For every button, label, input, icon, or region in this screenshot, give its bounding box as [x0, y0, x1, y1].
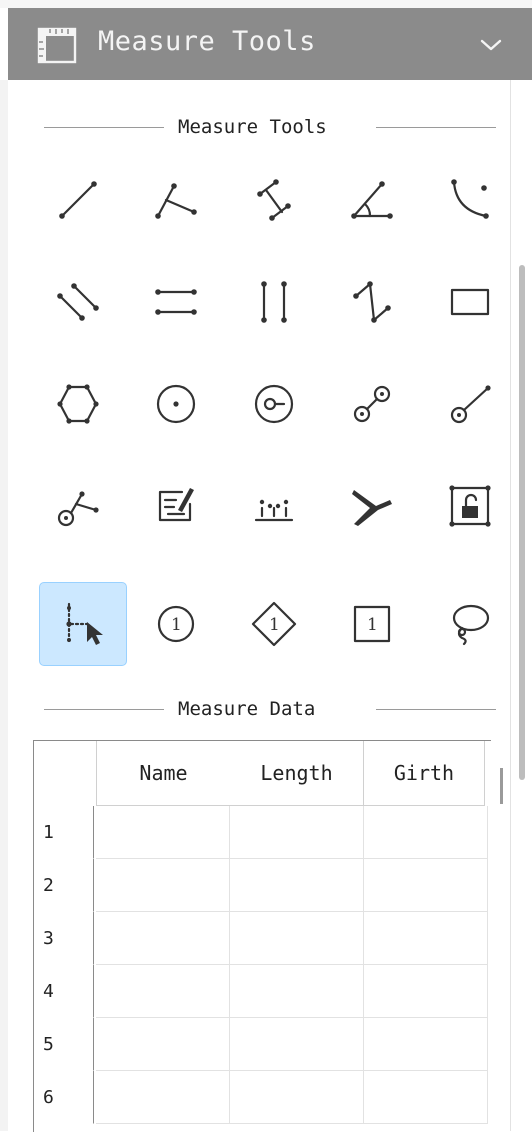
lasso-icon	[452, 604, 490, 646]
circle-line-icon	[450, 385, 491, 424]
divider-line	[44, 709, 164, 710]
left-edge	[0, 80, 8, 1131]
table-cell[interactable]	[96, 965, 230, 1018]
measure-data-heading: Measure Data	[178, 698, 316, 720]
circle-perpendicular-icon	[57, 491, 99, 527]
table-cell[interactable]	[364, 859, 488, 912]
row-header[interactable]: 4	[34, 965, 94, 1018]
tool-line-button[interactable]	[34, 158, 122, 242]
tool-circle-radius-button[interactable]	[230, 362, 318, 446]
table-cell[interactable]	[96, 806, 230, 859]
parallel-lines-icon	[57, 283, 99, 321]
tool-horizontal-lines-button[interactable]	[132, 260, 220, 344]
tool-perpendicular-button[interactable]	[132, 158, 220, 242]
row-header[interactable]: 6	[34, 1071, 94, 1124]
vertical-lines-icon	[261, 281, 287, 323]
square-number-icon: 1	[353, 605, 391, 643]
row-header[interactable]: 5	[34, 1018, 94, 1071]
tool-vertical-lines-button[interactable]	[230, 260, 318, 344]
table-cell[interactable]	[96, 859, 230, 912]
table-cell[interactable]	[364, 806, 488, 859]
angle-icon	[351, 181, 393, 219]
top-strip	[0, 0, 532, 8]
tool-diamond-number-button[interactable]: 1	[230, 582, 318, 666]
svg-text:1: 1	[269, 615, 280, 635]
tool-parallel-lines-button[interactable]	[34, 260, 122, 344]
table-cell[interactable]	[230, 1071, 364, 1124]
horizontal-lines-icon	[155, 289, 197, 315]
tool-parallel-distance-button[interactable]	[230, 158, 318, 242]
table-cell[interactable]	[364, 1018, 488, 1071]
table-cell[interactable]	[364, 1071, 488, 1124]
curve-icon	[451, 179, 489, 219]
circle-number-icon: 1	[157, 605, 195, 643]
point-select-icon	[66, 602, 103, 646]
tool-polygon-button[interactable]	[34, 362, 122, 446]
polygon-icon	[57, 384, 99, 424]
column-header-girth[interactable]: Girth	[364, 741, 485, 806]
panel-header[interactable]: Measure Tools	[8, 8, 532, 80]
table-cell[interactable]	[230, 965, 364, 1018]
panel-title: Measure Tools	[98, 26, 316, 57]
parallel-distance-icon	[257, 179, 291, 221]
table-cell[interactable]	[96, 1018, 230, 1071]
row-header[interactable]: 2	[34, 859, 94, 912]
tool-zigzag-button[interactable]	[328, 260, 416, 344]
tool-lasso-button[interactable]	[426, 582, 514, 666]
table-cell[interactable]	[364, 912, 488, 965]
divider-line	[376, 127, 496, 128]
annotation-icon	[158, 488, 194, 522]
measure-data-section-header: Measure Data	[44, 694, 496, 724]
table-cell[interactable]	[96, 912, 230, 965]
tool-scissors-button[interactable]	[328, 464, 416, 548]
svg-text:1: 1	[367, 615, 378, 635]
tool-lock-button[interactable]	[426, 464, 514, 548]
column-header-length[interactable]: Length	[230, 741, 364, 806]
ruler-icon	[37, 27, 77, 64]
table-cell[interactable]	[230, 1018, 364, 1071]
tool-annotation-button[interactable]	[132, 464, 220, 548]
lock-icon	[449, 485, 491, 527]
perpendicular-icon	[155, 183, 197, 219]
measure-data-table: Name Length Girth 1 2 3 4 5 6	[33, 740, 491, 1132]
tool-curve-button[interactable]	[426, 158, 514, 242]
table-cell[interactable]	[230, 912, 364, 965]
row-header[interactable]: 1	[34, 806, 94, 859]
panel-scroll-thumb[interactable]	[519, 265, 525, 780]
tool-circle-perpendicular-button[interactable]	[34, 464, 122, 548]
line-icon	[59, 181, 97, 219]
circle-center-icon	[156, 384, 196, 424]
tool-two-circles-button[interactable]	[328, 362, 416, 446]
divider-line	[376, 709, 496, 710]
divider-line	[44, 127, 164, 128]
diamond-number-icon: 1	[251, 601, 297, 647]
zigzag-icon	[353, 281, 391, 323]
row-header[interactable]: 3	[34, 912, 94, 965]
tool-point-count-button[interactable]	[230, 464, 318, 548]
svg-text:1: 1	[171, 615, 182, 635]
two-circles-icon	[353, 385, 391, 423]
measure-tools-heading: Measure Tools	[178, 116, 327, 138]
table-cell[interactable]	[364, 965, 488, 1018]
scissors-icon	[352, 490, 392, 526]
tool-point-select-button[interactable]	[39, 582, 127, 666]
measure-tools-section-header: Measure Tools	[44, 112, 496, 142]
table-cell[interactable]	[230, 806, 364, 859]
tool-square-number-button[interactable]: 1	[328, 582, 416, 666]
tool-rectangle-button[interactable]	[426, 260, 514, 344]
tool-circle-number-button[interactable]: 1	[132, 582, 220, 666]
table-cell[interactable]	[230, 859, 364, 912]
column-header-name[interactable]: Name	[96, 741, 231, 806]
rectangle-icon	[450, 288, 490, 316]
table-scroll-thumb[interactable]	[500, 768, 503, 804]
tool-circle-line-button[interactable]	[426, 362, 514, 446]
circle-radius-icon	[254, 384, 294, 424]
table-cell[interactable]	[96, 1071, 230, 1124]
table-corner[interactable]	[34, 741, 96, 805]
chevron-down-icon[interactable]	[478, 36, 504, 54]
tool-angle-button[interactable]	[328, 158, 416, 242]
tool-circle-center-button[interactable]	[132, 362, 220, 446]
point-count-icon	[254, 499, 294, 522]
